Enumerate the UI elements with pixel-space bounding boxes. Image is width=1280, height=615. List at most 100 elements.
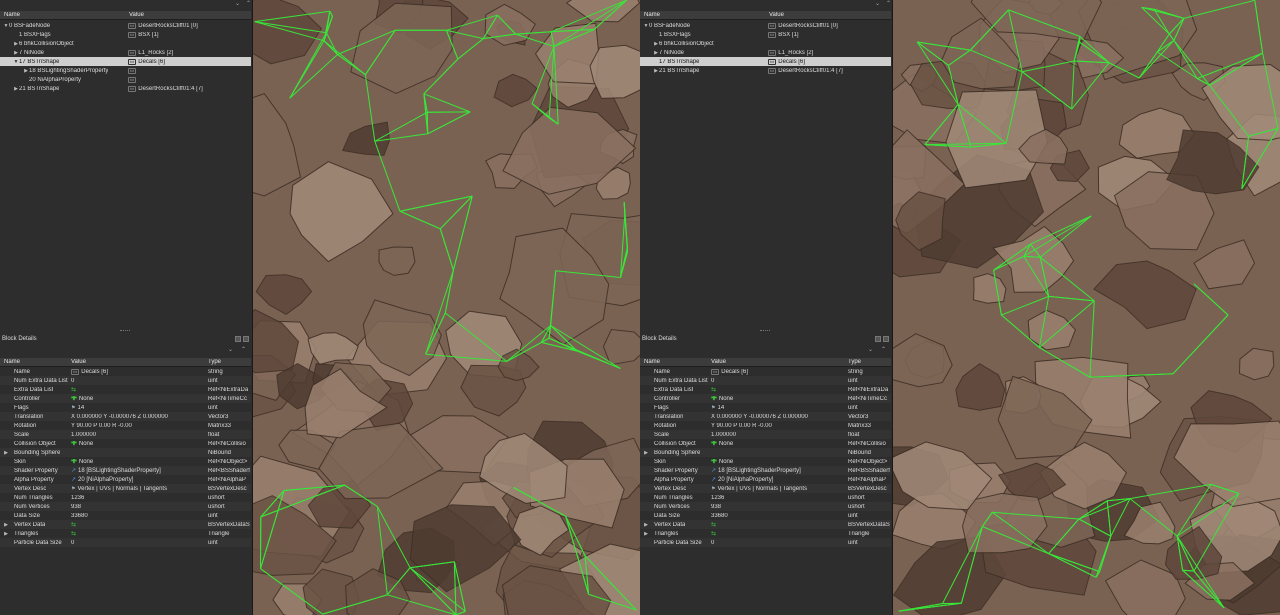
details-row-name-cell: Translation bbox=[3, 414, 43, 420]
details-row[interactable]: ▶ Bounding Sphere NiBound bbox=[0, 448, 251, 457]
tree-row[interactable]: ▼0 BSFadeNode txt DesertRocksCliff01 [0] bbox=[0, 21, 251, 30]
tree-row[interactable]: ▼0 BSFadeNode txt DesertRocksCliff01 [0] bbox=[640, 21, 891, 30]
details-row-name: Num Extra Data List bbox=[654, 377, 708, 384]
details-row-name-cell: Shader Property bbox=[643, 468, 698, 474]
details-row[interactable]: Skin ✚ None Ref<NiObject> bbox=[640, 457, 891, 466]
name-column-header[interactable]: Name bbox=[644, 12, 660, 18]
splitter-handle[interactable] bbox=[760, 330, 770, 331]
expand-arrow-icon[interactable]: ▶ bbox=[3, 450, 9, 456]
details-row[interactable]: Data Size 33680 uint bbox=[0, 511, 251, 520]
details-row[interactable]: Particle Data Size 0 uint bbox=[640, 538, 891, 547]
details-row-value: 33680 bbox=[71, 512, 88, 519]
up-arrow-icon[interactable]: ⌃ bbox=[886, 0, 891, 9]
float-button[interactable] bbox=[235, 336, 241, 342]
details-row[interactable]: Num Vertices 938 ushort bbox=[640, 502, 891, 511]
details-row[interactable]: Skin ✚ None Ref<NiObject> bbox=[0, 457, 251, 466]
details-row[interactable]: Extra Data List ⇆ Ref<NiExtraDa bbox=[0, 385, 251, 394]
down-arrow-icon[interactable]: ⌄ bbox=[235, 0, 240, 9]
details-row[interactable]: ▶ Triangles ⇆ Triangle bbox=[0, 529, 251, 538]
details-row[interactable]: Collision Object ✚ None Ref<NiCollisio bbox=[0, 439, 251, 448]
details-row[interactable]: Particle Data Size 0 uint bbox=[0, 538, 251, 547]
tree-row[interactable]: ▶7 NiNode txt L1_Rocks [2] bbox=[0, 48, 251, 57]
up-arrow-icon[interactable]: ⌃ bbox=[246, 0, 251, 9]
details-row[interactable]: Extra Data List ⇆ Ref<NiExtraDa bbox=[640, 385, 891, 394]
tree-row[interactable]: ▶21 BSTriShape txt DesertRocksCliff01:4 [7… bbox=[640, 66, 891, 75]
type-column-header[interactable]: Type bbox=[208, 359, 221, 365]
details-row[interactable]: Scale 1.000000 float bbox=[640, 430, 891, 439]
down-arrow-icon[interactable]: ⌄ bbox=[868, 346, 873, 353]
details-row[interactable]: Name txt Decals [6] string bbox=[0, 367, 251, 376]
details-row-name: Flags bbox=[14, 404, 29, 411]
up-arrow-icon[interactable]: ⌃ bbox=[241, 346, 246, 353]
details-row[interactable]: ▶ Bounding Sphere NiBound bbox=[640, 448, 891, 457]
details-row[interactable]: Vertex Desc ⚑ Vertex | UVs | Normals | Tan… bbox=[640, 484, 891, 493]
float-button[interactable] bbox=[875, 336, 881, 342]
details-row[interactable]: Controller ✚ None Ref<NiTimeCc bbox=[0, 394, 251, 403]
details-row[interactable]: ▶ Vertex Data ⇆ BSVertexDataS bbox=[640, 520, 891, 529]
details-row[interactable]: Translation X 0.000000 Y -0.000076 Z 0.00… bbox=[640, 412, 891, 421]
close-button[interactable] bbox=[243, 336, 249, 342]
tree-row[interactable]: ▶6 bhkCollisionObject bbox=[640, 39, 891, 48]
details-row[interactable]: Num Extra Data List 0 uint bbox=[0, 376, 251, 385]
details-row[interactable]: Collision Object ✚ None Ref<NiCollisio bbox=[640, 439, 891, 448]
render-viewport[interactable] bbox=[253, 0, 640, 615]
tree-row[interactable]: ▶6 bhkCollisionObject bbox=[0, 39, 251, 48]
value-column-header[interactable]: Value bbox=[769, 12, 784, 18]
close-button[interactable] bbox=[883, 336, 889, 342]
up-arrow-icon[interactable]: ⌃ bbox=[881, 346, 886, 353]
details-row[interactable]: Shader Property ↗ 18 [BSLightingShaderProp… bbox=[0, 466, 251, 475]
details-row[interactable]: Translation X 0.000000 Y -0.000076 Z 0.00… bbox=[0, 412, 251, 421]
name-column-header[interactable]: Name bbox=[644, 359, 660, 365]
details-row[interactable]: ▶ Triangles ⇆ Triangle bbox=[640, 529, 891, 538]
details-row[interactable]: Rotation Y 90.00 P 0.00 R -0.00 Matrix33 bbox=[0, 421, 251, 430]
expand-arrow-icon[interactable]: ▶ bbox=[643, 450, 649, 456]
details-row-name: Vertex Desc bbox=[14, 485, 47, 492]
details-row-name-cell: Skin bbox=[3, 459, 26, 465]
expand-arrow-icon[interactable]: ▶ bbox=[643, 522, 649, 528]
tree-row[interactable]: 17 BSTriShape txt Decals [6] bbox=[640, 57, 891, 66]
tree-row[interactable]: ▶18 BSLightingShaderProperty txt bbox=[0, 66, 251, 75]
tree-row-value-cell: txt Decals [6] bbox=[128, 58, 165, 65]
value-column-header[interactable]: Value bbox=[711, 359, 726, 365]
details-row[interactable]: Num Vertices 938 ushort bbox=[0, 502, 251, 511]
tree-row[interactable]: 20 NiAlphaProperty txt bbox=[0, 75, 251, 84]
tree-row-name: 1 BSXFlags bbox=[19, 31, 51, 38]
details-row[interactable]: Num Triangles 1236 ushort bbox=[640, 493, 891, 502]
splitter-handle[interactable] bbox=[120, 330, 130, 331]
down-arrow-icon[interactable]: ⌄ bbox=[875, 0, 880, 9]
details-row-name-cell: ▶ Triangles bbox=[643, 531, 678, 537]
details-row[interactable]: Data Size 33680 uint bbox=[640, 511, 891, 520]
details-row[interactable]: Flags ⚑ 14 uint bbox=[640, 403, 891, 412]
details-row[interactable]: Vertex Desc ⚑ Vertex | UVs | Normals | Tan… bbox=[0, 484, 251, 493]
type-column-header[interactable]: Type bbox=[848, 359, 861, 365]
render-viewport[interactable] bbox=[893, 0, 1280, 615]
flags-icon: ⚑ bbox=[711, 404, 716, 411]
details-row-name-cell: Scale bbox=[3, 432, 29, 438]
details-row[interactable]: Controller ✚ None Ref<NiTimeCc bbox=[640, 394, 891, 403]
details-row[interactable]: Num Triangles 1236 ushort bbox=[0, 493, 251, 502]
details-row[interactable]: Rotation Y 90.00 P 0.00 R -0.00 Matrix33 bbox=[640, 421, 891, 430]
rock-boulder bbox=[378, 246, 416, 276]
details-row[interactable]: ▶ Vertex Data ⇆ BSVertexDataS bbox=[0, 520, 251, 529]
name-column-header[interactable]: Name bbox=[4, 12, 20, 18]
details-row[interactable]: Alpha Property ↗ 20 [NiAlphaProperty] Ref<N… bbox=[0, 475, 251, 484]
details-row[interactable]: Flags ⚑ 14 uint bbox=[0, 403, 251, 412]
expand-arrow-icon[interactable]: ▶ bbox=[3, 531, 9, 537]
expand-arrow-icon[interactable]: ▶ bbox=[643, 531, 649, 537]
tree-row[interactable]: 1 BSXFlags txt BSX [1] bbox=[640, 30, 891, 39]
details-row[interactable]: Scale 1.000000 float bbox=[0, 430, 251, 439]
details-row[interactable]: Name txt Decals [6] string bbox=[640, 367, 891, 376]
name-column-header[interactable]: Name bbox=[4, 359, 20, 365]
link-arrows-icon: ⇆ bbox=[71, 531, 77, 537]
tree-row[interactable]: 1 BSXFlags txt BSX [1] bbox=[0, 30, 251, 39]
tree-row[interactable]: ▼17 BSTriShape txt Decals [6] bbox=[0, 57, 251, 66]
value-column-header[interactable]: Value bbox=[71, 359, 86, 365]
down-arrow-icon[interactable]: ⌄ bbox=[228, 346, 233, 353]
expand-arrow-icon[interactable]: ▶ bbox=[3, 522, 9, 528]
value-column-header[interactable]: Value bbox=[129, 12, 144, 18]
details-row[interactable]: Alpha Property ↗ 20 [NiAlphaProperty] Ref<N… bbox=[640, 475, 891, 484]
tree-row[interactable]: ▶7 NiNode txt L1_Rocks [2] bbox=[640, 48, 891, 57]
details-row[interactable]: Shader Property ↗ 18 [BSLightingShaderProp… bbox=[640, 466, 891, 475]
tree-row[interactable]: ▶21 BSTriShape txt DesertRocksCliff01:4 [7… bbox=[0, 84, 251, 93]
details-row[interactable]: Num Extra Data List 0 uint bbox=[640, 376, 891, 385]
